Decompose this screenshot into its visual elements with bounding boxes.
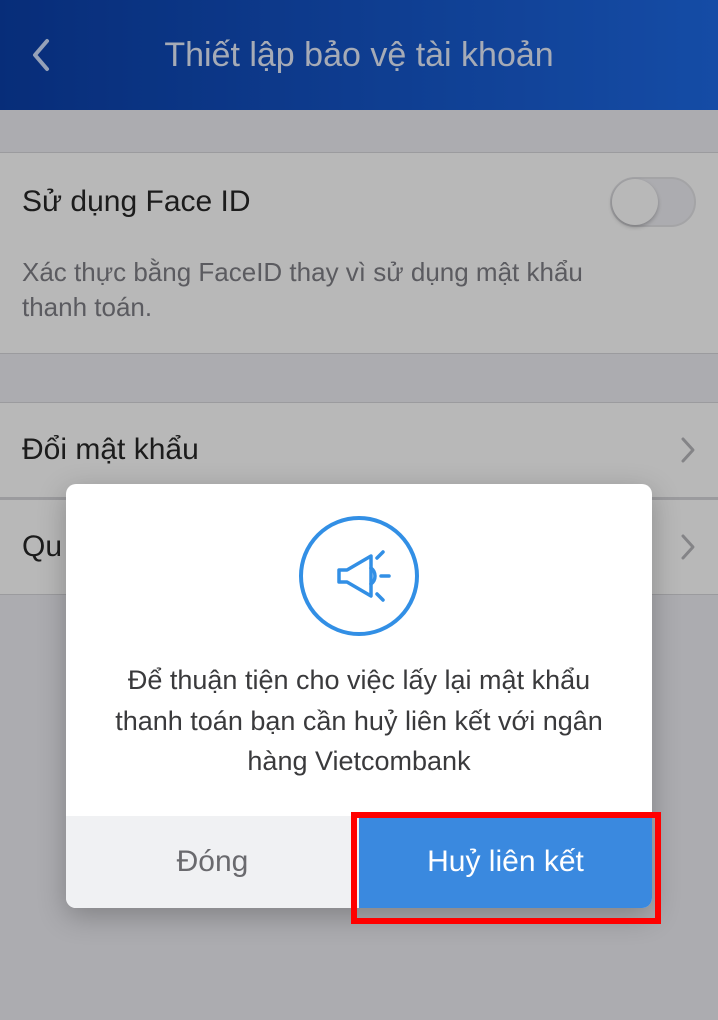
megaphone-icon xyxy=(299,516,419,636)
modal-message: Để thuận tiện cho việc lấy lại mật khẩu … xyxy=(96,660,622,782)
modal-body: Để thuận tiện cho việc lấy lại mật khẩu … xyxy=(66,484,652,816)
modal-overlay: Để thuận tiện cho việc lấy lại mật khẩu … xyxy=(0,0,718,1020)
unlink-button[interactable]: Huỷ liên kết xyxy=(359,816,652,908)
close-button[interactable]: Đóng xyxy=(66,816,359,908)
close-button-label: Đóng xyxy=(177,845,249,879)
modal-actions: Đóng Huỷ liên kết xyxy=(66,816,652,908)
confirmation-modal: Để thuận tiện cho việc lấy lại mật khẩu … xyxy=(66,484,652,908)
unlink-button-label: Huỷ liên kết xyxy=(427,845,584,879)
